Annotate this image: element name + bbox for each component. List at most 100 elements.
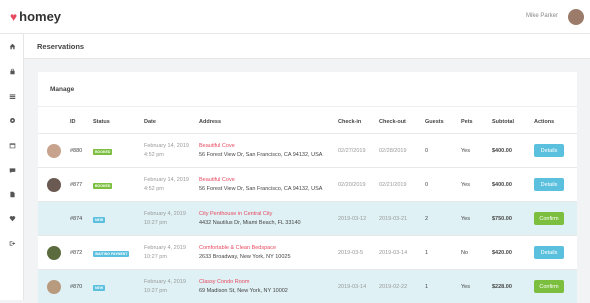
checkout-date: 2019-02-22 (379, 284, 408, 290)
home-icon[interactable] (8, 42, 16, 50)
status-badge: BOOKED (93, 149, 113, 155)
details-button[interactable]: Details (534, 246, 564, 259)
guests-count: 0 (425, 148, 429, 154)
date-line1: February 14, 2019 (144, 177, 189, 183)
details-button[interactable]: Details (534, 178, 564, 191)
details-button[interactable]: Details (534, 144, 564, 157)
table-row[interactable]: #877 BOOKED February 14, 2019 4:52 pm Be… (38, 167, 577, 201)
checkin-date: 2019-03-14 (338, 284, 367, 290)
checkin-date: 02/20/2019 (338, 182, 366, 188)
header-pets: Pets (461, 119, 473, 125)
address-line: 69 Madison St, New York, NY 10002 (199, 288, 288, 294)
table-row[interactable]: #872 WAITING PAYMENT February 4, 2019 10… (38, 235, 577, 269)
header-checkin: Check-in (338, 119, 362, 125)
reservation-id: #872 (70, 250, 83, 256)
header-status: Status (93, 119, 110, 125)
reservation-id: #870 (70, 284, 83, 290)
logout-icon[interactable] (8, 239, 16, 247)
guests-count: 1 (425, 284, 429, 290)
header-id: ID (70, 119, 76, 125)
guest-avatar (47, 246, 61, 260)
checkin-date: 02/27/2019 (338, 148, 366, 154)
date-line2: 4:52 pm (144, 152, 164, 158)
reservation-id: #874 (70, 216, 83, 222)
listing-link[interactable]: Classy Condo Room (199, 279, 249, 285)
guest-avatar (47, 144, 61, 158)
divider (38, 106, 577, 107)
pets-value: Yes (461, 216, 470, 222)
checkout-date: 02/21/2019 (379, 182, 407, 188)
page-header: Reservations (24, 34, 590, 59)
checkout-date: 2019-03-21 (379, 216, 408, 222)
homey-logo[interactable]: ♥ homey (10, 9, 61, 24)
status-badge: NEW (93, 285, 106, 291)
main-content: Reservations Manage ID Status Date Addre… (24, 34, 590, 303)
date-line1: February 4, 2019 (144, 245, 186, 251)
subtotal-value: $400.00 (492, 182, 512, 188)
table-row[interactable]: #880 BOOKED February 14, 2019 4:52 pm Be… (38, 133, 577, 167)
page-title: Reservations (37, 42, 85, 51)
user-name[interactable]: Mike Parker (526, 13, 558, 19)
top-bar: ♥ homey Mike Parker (0, 0, 590, 34)
status-badge: NEW (93, 217, 106, 223)
guest-avatar (47, 280, 61, 294)
subtotal-value: $400.00 (492, 148, 512, 154)
subtotal-value: $750.00 (492, 216, 512, 222)
listing-link[interactable]: City Penthouse in Central City (199, 211, 272, 217)
header-subtotal: Subtotal (492, 119, 514, 125)
status-badge: BOOKED (93, 183, 113, 189)
calendar-icon[interactable] (8, 141, 16, 149)
guests-count: 2 (425, 216, 429, 222)
address-line: 2633 Broadway, New York, NY 10025 (199, 254, 291, 260)
reservation-id: #880 (70, 148, 83, 154)
header-address: Address (199, 119, 222, 125)
date-line1: February 4, 2019 (144, 211, 186, 217)
date-line2: 4:52 pm (144, 186, 164, 192)
confirm-button[interactable]: Confirm (534, 212, 564, 225)
brand-name: homey (19, 9, 62, 24)
heart-logo-icon: ♥ (10, 9, 18, 24)
gear-icon[interactable] (8, 116, 16, 124)
date-line2: 10:27 pm (144, 220, 167, 226)
sidebar (0, 34, 24, 300)
guest-avatar (47, 178, 61, 192)
date-line1: February 4, 2019 (144, 279, 186, 285)
guests-count: 1 (425, 250, 429, 256)
lock-icon[interactable] (8, 67, 16, 75)
listing-link[interactable]: Comfortable & Clean Bedspace (199, 245, 276, 251)
subtotal-value: $420.00 (492, 250, 512, 256)
listing-link[interactable]: Beautiful Cove (199, 177, 235, 183)
document-icon[interactable] (8, 190, 16, 198)
list-icon[interactable] (8, 92, 16, 100)
confirm-button[interactable]: Confirm (534, 280, 564, 293)
guests-count: 0 (425, 182, 429, 188)
header-date: Date (144, 119, 156, 125)
address-line: 4432 Nautilus Dr, Miami Beach, FL 33140 (199, 220, 301, 226)
pets-value: Yes (461, 182, 470, 188)
table-row[interactable]: #874 NEW February 4, 2019 10:27 pm City … (38, 201, 577, 235)
reservations-panel: Manage ID Status Date Address Check-in C… (38, 72, 577, 303)
date-line1: February 14, 2019 (144, 143, 189, 149)
panel-title: Manage (50, 86, 75, 93)
table-row[interactable]: #870 NEW February 4, 2019 10:27 pm Class… (38, 269, 577, 303)
header-actions: Actions (534, 119, 555, 125)
header-checkout: Check-out (379, 119, 406, 125)
checkin-date: 2019-03-5 (338, 250, 364, 256)
subtotal-value: $228.00 (492, 284, 512, 290)
checkout-date: 2019-03-14 (379, 250, 408, 256)
status-badge: WAITING PAYMENT (93, 251, 130, 257)
address-line: 56 Forest View Dr, San Francisco, CA 941… (199, 186, 323, 192)
checkin-date: 2019-03-12 (338, 216, 367, 222)
heart-icon[interactable] (8, 214, 16, 222)
checkout-date: 02/28/2019 (379, 148, 407, 154)
pets-value: Yes (461, 284, 470, 290)
date-line2: 10:27 pm (144, 288, 167, 294)
address-line: 56 Forest View Dr, San Francisco, CA 941… (199, 152, 323, 158)
user-avatar[interactable] (568, 9, 584, 25)
pets-value: No (461, 250, 469, 256)
listing-link[interactable]: Beautiful Cove (199, 143, 235, 149)
chat-icon[interactable] (8, 166, 16, 174)
reservation-id: #877 (70, 182, 83, 188)
header-guests: Guests (425, 119, 444, 125)
pets-value: Yes (461, 148, 470, 154)
